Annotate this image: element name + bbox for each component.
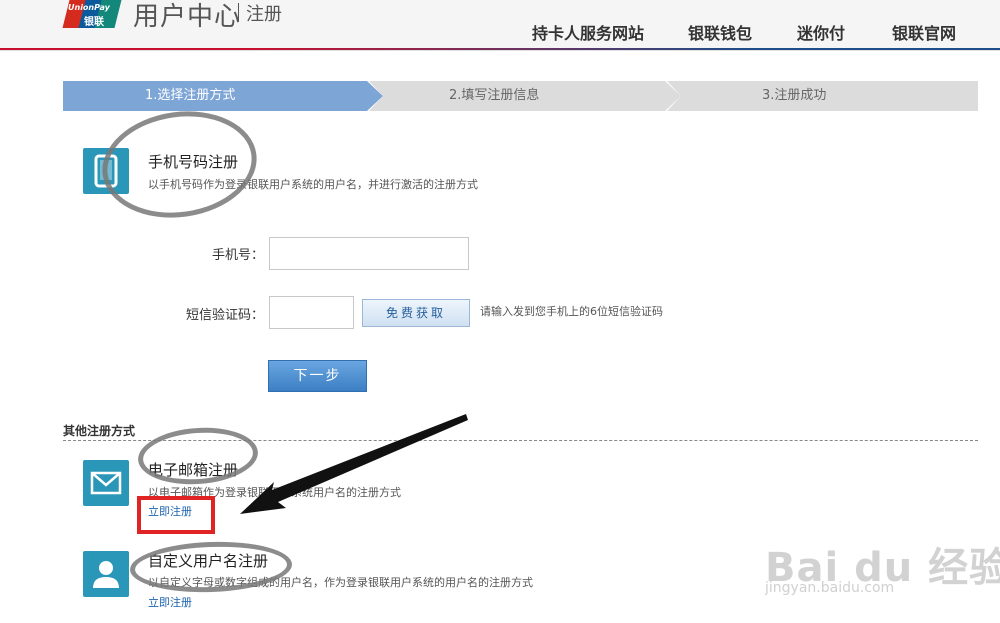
sms-hint: 请输入发到您手机上的6位短信验证码 xyxy=(480,305,663,318)
annotation-circle-phone xyxy=(95,101,264,228)
progress-steps: 1.选择注册方式 2.填写注册信息 3.注册成功 xyxy=(63,81,978,111)
nav-link-wallet[interactable]: 银联钱包 xyxy=(688,20,752,44)
step-1-active: 1.选择注册方式 xyxy=(63,81,383,111)
custom-register-link[interactable]: 立即注册 xyxy=(148,594,192,610)
step-2: 2.填写注册信息 xyxy=(369,81,681,111)
sms-code-label: 短信验证码： xyxy=(185,308,264,323)
sms-code-input[interactable] xyxy=(269,296,354,329)
title-divider xyxy=(238,3,239,21)
logo-text-en: UnionPay xyxy=(68,3,110,12)
baidu-watermark-url: jingyan.baidu.com xyxy=(765,580,895,596)
unionpay-logo[interactable]: UnionPay 银联 xyxy=(62,0,122,28)
app-title: 用户中心 xyxy=(133,2,242,32)
mail-icon xyxy=(83,460,129,506)
other-methods-label: 其他注册方式 xyxy=(63,424,136,438)
get-code-button[interactable]: 免费获取 xyxy=(362,299,470,327)
annotation-arrow-icon xyxy=(240,414,468,514)
next-step-button[interactable]: 下一步 xyxy=(268,360,367,392)
step-3: 3.注册成功 xyxy=(667,81,978,111)
user-icon xyxy=(83,551,129,597)
nav-link-cardholder[interactable]: 持卡人服务网站 xyxy=(532,20,644,44)
nav-link-minipay[interactable]: 迷你付 xyxy=(797,20,845,44)
phone-label: 手机号： xyxy=(211,248,264,263)
nav-link-official[interactable]: 银联官网 xyxy=(892,20,956,44)
logo-text-cn: 银联 xyxy=(84,17,104,28)
annotation-red-box xyxy=(137,496,215,534)
header-accent-line xyxy=(0,48,1000,50)
app-subtitle: 注册 xyxy=(246,4,282,25)
phone-input[interactable] xyxy=(269,237,469,270)
header-bar: UnionPay 银联 用户中心 注册 持卡人服务网站 银联钱包 迷你付 银联官… xyxy=(0,0,1000,51)
